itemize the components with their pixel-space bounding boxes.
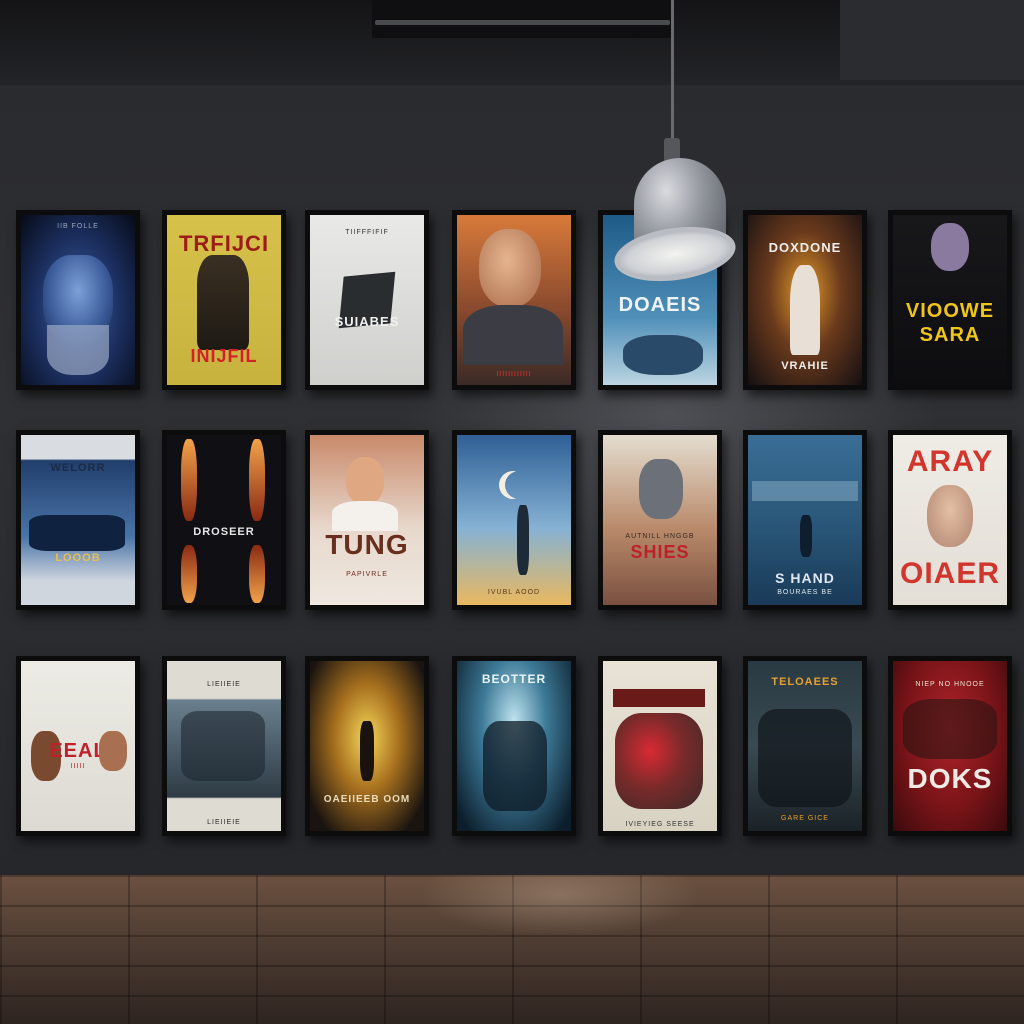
ceiling-beam xyxy=(372,0,672,38)
movie-poster: IIB FOLLE xyxy=(16,210,140,390)
beard-illustration xyxy=(47,325,109,375)
poster-title: TELOAEES xyxy=(771,676,839,688)
movie-poster: AUTNILL HNGGB SHIES xyxy=(598,430,722,610)
movie-poster: DROSEER xyxy=(162,430,286,610)
movie-poster: S HAND BOURAES BE xyxy=(743,430,867,610)
suit-illustration xyxy=(332,501,398,531)
poster-subtitle: LOOOB xyxy=(55,552,101,564)
face-illustration xyxy=(931,223,969,271)
poster-title: WELORR xyxy=(50,462,106,474)
couple-illustration xyxy=(615,713,703,809)
poster-fine-print: IIIIIIIIIIII xyxy=(496,371,532,378)
flame-right xyxy=(249,439,265,521)
poster-fine-print: IVUBL AOOD xyxy=(487,589,541,596)
movie-poster: EEAL IIIII xyxy=(16,656,140,836)
gallery-scene: IIB FOLLE TRFIJCI INIJFIL TIIFFFIFIF SUI… xyxy=(0,0,1024,1024)
poster-title: SUIABES xyxy=(334,314,400,329)
poster-subtitle: INIJFIL xyxy=(190,346,258,366)
flame-left-lower xyxy=(181,545,197,603)
moon-crescent xyxy=(505,471,533,499)
poster-title: DOXDONE xyxy=(768,240,842,255)
poster-subtitle: NIEP NO HNOOE xyxy=(915,681,985,688)
movie-poster: TUNG PAPIVRLE xyxy=(305,430,429,610)
poster-title: S HAND xyxy=(775,570,835,586)
movie-poster: NIEP NO HNOOE DOKS xyxy=(888,656,1012,836)
poster-fine-print: TIIFFFIFIF xyxy=(345,229,389,236)
floor-light-reflection xyxy=(360,875,760,1024)
poster-title: OAEIIEEB OOM xyxy=(323,794,411,805)
poster-subtitle: LIEIIEIE xyxy=(207,819,241,826)
lamp-cord xyxy=(671,0,674,140)
poster-title: DOKS xyxy=(907,763,993,794)
poster-title: ARAY xyxy=(906,445,994,478)
poster-subtitle: GARE GICE xyxy=(781,815,829,822)
group-illustration xyxy=(758,709,852,807)
movie-poster: TIIFFFIFIF SUIABES xyxy=(305,210,429,390)
poster-title: VIOOWE xyxy=(905,300,995,322)
movie-poster: IIIIIIIIIIII xyxy=(452,210,576,390)
movie-poster: BEOTTER xyxy=(452,656,576,836)
movie-poster: TRFIJCI INIJFIL xyxy=(162,210,286,390)
figure-silhouette xyxy=(360,721,374,781)
banner xyxy=(613,689,705,707)
poster-subtitle: OIAER xyxy=(899,557,1000,590)
poster-title: SHIES xyxy=(630,542,690,562)
crowd-illustration xyxy=(29,515,125,551)
figure-right xyxy=(99,731,127,771)
poster-title: DOAEIS xyxy=(618,294,702,316)
flame-right-lower xyxy=(249,545,265,603)
figures-illustration xyxy=(483,721,547,811)
scene-illustration xyxy=(623,335,703,375)
poster-fine-print: PAPIVRLE xyxy=(346,571,388,578)
group-illustration xyxy=(181,711,265,781)
figure-silhouette xyxy=(517,505,529,575)
movie-poster: DOXDONE VRAHIE xyxy=(743,210,867,390)
dark-emblem xyxy=(315,248,418,351)
poster-title: DROSEER xyxy=(193,526,255,538)
poster-fine-print: AUTNILL HNGGB xyxy=(625,533,695,540)
movie-poster: TELOAEES GARE GICE xyxy=(743,656,867,836)
face-illustration xyxy=(479,229,541,307)
poster-subtitle: VRAHIE xyxy=(781,360,829,372)
movie-poster: WELORR LOOOB xyxy=(16,430,140,610)
face-illustration xyxy=(927,485,973,547)
movie-poster: IVIEYIEG SEESE xyxy=(598,656,722,836)
poster-subtitle: SARA xyxy=(919,324,981,346)
zombies-illustration xyxy=(903,699,997,759)
face-illustration xyxy=(346,457,384,505)
poster-fine-print: IIB FOLLE xyxy=(57,223,99,230)
figure-illustration xyxy=(790,265,820,355)
movie-poster: IVUBL AOOD xyxy=(452,430,576,610)
movie-poster: LIEIIEIE LIEIIEIE xyxy=(162,656,286,836)
poster-fine-print: IVIEYIEG SEESE xyxy=(625,821,695,828)
poster-title: LIEIIEIE xyxy=(207,681,241,688)
movie-poster: OAEIIEEB OOM xyxy=(305,656,429,836)
city-skyline xyxy=(752,481,858,501)
figure-illustration xyxy=(197,255,249,350)
ceiling-panel xyxy=(840,0,1024,80)
jacket-illustration xyxy=(463,305,563,365)
poster-subtitle: BOURAES BE xyxy=(777,589,833,596)
movie-poster: ARAY OIAER xyxy=(888,430,1012,610)
poster-title: TUNG xyxy=(325,529,409,560)
poster-title: BEOTTER xyxy=(481,672,547,686)
flame-left xyxy=(181,439,197,521)
figure-silhouette xyxy=(800,515,812,557)
poster-title: TRFIJCI xyxy=(178,231,270,256)
ceiling-track-rail xyxy=(375,20,670,25)
movie-poster: VIOOWE SARA xyxy=(888,210,1012,390)
figure-illustration xyxy=(639,459,683,519)
